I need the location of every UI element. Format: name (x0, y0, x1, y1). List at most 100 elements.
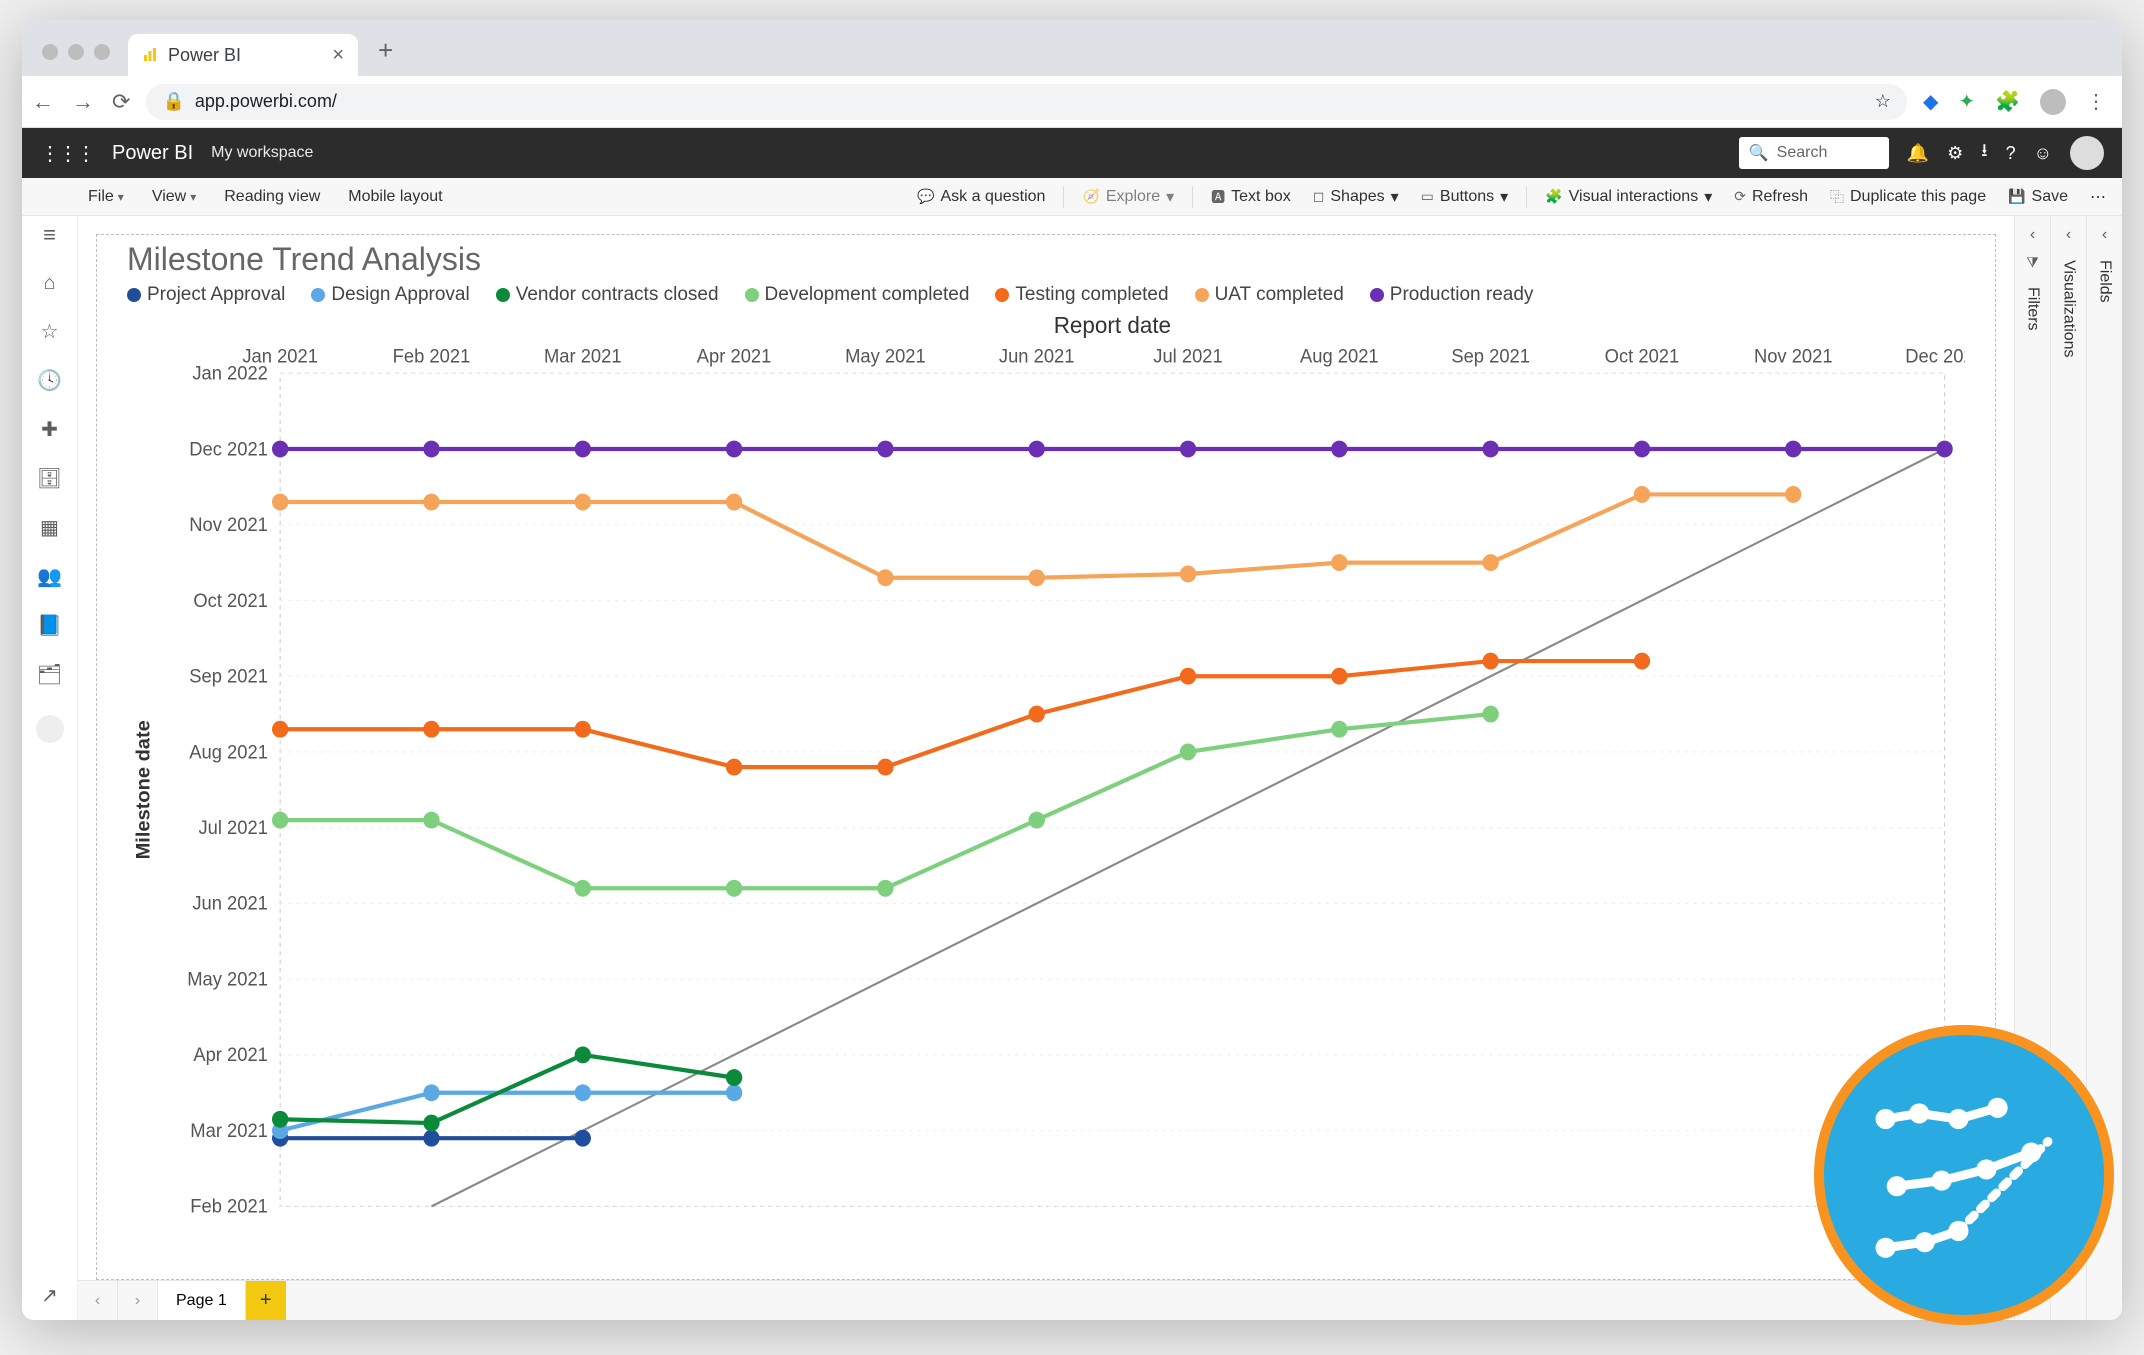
kebab-menu-icon[interactable]: ⋮ (2086, 89, 2106, 114)
data-point[interactable] (1634, 441, 1650, 458)
star-icon[interactable]: ☆ (1875, 91, 1891, 112)
back-icon[interactable]: ← (32, 89, 54, 115)
data-point[interactable] (423, 812, 439, 829)
extensions-icon[interactable]: 🧩 (1995, 89, 2020, 114)
file-menu[interactable]: File▾ (78, 184, 134, 210)
apps-icon[interactable]: ▦ (40, 515, 59, 540)
data-point[interactable] (272, 494, 288, 511)
data-point[interactable] (1180, 668, 1196, 685)
help-icon[interactable]: ? (2006, 143, 2016, 164)
learn-icon[interactable]: 📘 (37, 613, 62, 638)
data-point[interactable] (272, 441, 288, 458)
data-point[interactable] (1331, 721, 1347, 738)
url-field[interactable]: 🔒 app.powerbi.com/ ☆ (146, 84, 1907, 120)
reload-icon[interactable]: ⟳ (112, 89, 130, 115)
workspaces-icon[interactable]: 🗂 (37, 662, 62, 687)
explore-button[interactable]: 🧭Explore▾ (1074, 183, 1182, 211)
data-point[interactable] (1482, 653, 1498, 670)
extension-icon[interactable]: ◆ (1923, 89, 1938, 114)
data-point[interactable] (726, 759, 742, 776)
data-point[interactable] (1482, 554, 1498, 571)
browser-tab[interactable]: Power BI × (128, 34, 358, 76)
data-point[interactable] (877, 441, 893, 458)
data-point[interactable] (1785, 441, 1801, 458)
workspace-avatar[interactable] (36, 715, 64, 743)
app-launcher-icon[interactable]: ⋮⋮⋮ (40, 141, 94, 166)
settings-icon[interactable]: ⚙ (1947, 143, 1963, 164)
data-point[interactable] (423, 1084, 439, 1101)
create-icon[interactable]: ✚ (41, 417, 58, 442)
legend-item[interactable]: Design Approval (311, 284, 469, 306)
data-point[interactable] (575, 1084, 591, 1101)
data-point[interactable] (1936, 441, 1952, 458)
data-point[interactable] (1331, 554, 1347, 571)
next-page-button[interactable]: › (118, 1281, 158, 1320)
profile-avatar[interactable] (2040, 89, 2066, 115)
notifications-icon[interactable]: 🔔 (1907, 143, 1929, 164)
legend-item[interactable]: Development completed (745, 284, 970, 306)
duplicate-page-button[interactable]: ⿻Duplicate this page (1822, 183, 1994, 211)
data-point[interactable] (423, 441, 439, 458)
datasets-icon[interactable]: 🗄 (37, 466, 62, 491)
data-point[interactable] (1029, 441, 1045, 458)
feedback-icon[interactable]: ☺ (2034, 143, 2052, 164)
data-point[interactable] (726, 1084, 742, 1101)
data-point[interactable] (575, 1046, 591, 1063)
data-point[interactable] (1331, 668, 1347, 685)
download-icon[interactable]: ⭳ (1981, 138, 1987, 168)
hamburger-icon[interactable]: ≡ (43, 222, 56, 248)
data-point[interactable] (877, 569, 893, 586)
data-point[interactable] (272, 721, 288, 738)
data-point[interactable] (1634, 653, 1650, 670)
data-point[interactable] (726, 494, 742, 511)
home-icon[interactable]: ⌂ (43, 272, 55, 295)
data-point[interactable] (726, 1069, 742, 1086)
ask-question-button[interactable]: 💬Ask a question (909, 184, 1053, 210)
save-button[interactable]: 💾Save (2000, 184, 2076, 210)
data-point[interactable] (877, 880, 893, 897)
buttons-button[interactable]: ▭Buttons▾ (1413, 183, 1517, 211)
data-point[interactable] (1634, 486, 1650, 503)
data-point[interactable] (423, 721, 439, 738)
recent-icon[interactable]: 🕓 (37, 368, 62, 393)
page-tab[interactable]: Page 1 (158, 1281, 246, 1320)
data-point[interactable] (423, 494, 439, 511)
data-point[interactable] (726, 880, 742, 897)
more-button[interactable]: ⋯ (2082, 183, 2114, 211)
visual-interactions-button[interactable]: 🧩Visual interactions▾ (1537, 183, 1720, 211)
refresh-button[interactable]: ⟳Refresh (1726, 184, 1816, 210)
shapes-button[interactable]: ◻Shapes▾ (1305, 183, 1407, 211)
data-point[interactable] (423, 1115, 439, 1132)
data-point[interactable] (1029, 812, 1045, 829)
data-point[interactable] (272, 1111, 288, 1128)
text-box-button[interactable]: 🅰Text box (1203, 183, 1299, 211)
search-input[interactable]: 🔍 Search (1739, 137, 1889, 169)
data-point[interactable] (1029, 569, 1045, 586)
data-point[interactable] (575, 441, 591, 458)
data-point[interactable] (726, 441, 742, 458)
data-point[interactable] (1482, 441, 1498, 458)
data-point[interactable] (575, 721, 591, 738)
data-point[interactable] (1785, 486, 1801, 503)
close-tab-icon[interactable]: × (332, 44, 344, 67)
legend-item[interactable]: Testing completed (995, 284, 1168, 306)
new-tab-button[interactable]: + (368, 35, 403, 76)
prev-page-button[interactable]: ‹ (78, 1281, 118, 1320)
data-point[interactable] (1331, 441, 1347, 458)
view-menu[interactable]: View▾ (142, 184, 206, 210)
data-point[interactable] (1029, 706, 1045, 723)
favorites-icon[interactable]: ☆ (41, 319, 59, 344)
data-point[interactable] (575, 494, 591, 511)
workspace-breadcrumb[interactable]: My workspace (211, 144, 313, 162)
data-point[interactable] (272, 812, 288, 829)
legend-item[interactable]: Project Approval (127, 284, 285, 306)
user-avatar[interactable] (2070, 136, 2104, 170)
data-point[interactable] (575, 880, 591, 897)
data-point[interactable] (1482, 706, 1498, 723)
extension-icon[interactable]: ✦ (1958, 89, 1975, 114)
data-point[interactable] (1180, 441, 1196, 458)
legend-item[interactable]: UAT completed (1195, 284, 1344, 306)
mobile-layout-button[interactable]: Mobile layout (338, 184, 452, 210)
data-point[interactable] (575, 1130, 591, 1147)
legend-item[interactable]: Production ready (1370, 284, 1534, 306)
